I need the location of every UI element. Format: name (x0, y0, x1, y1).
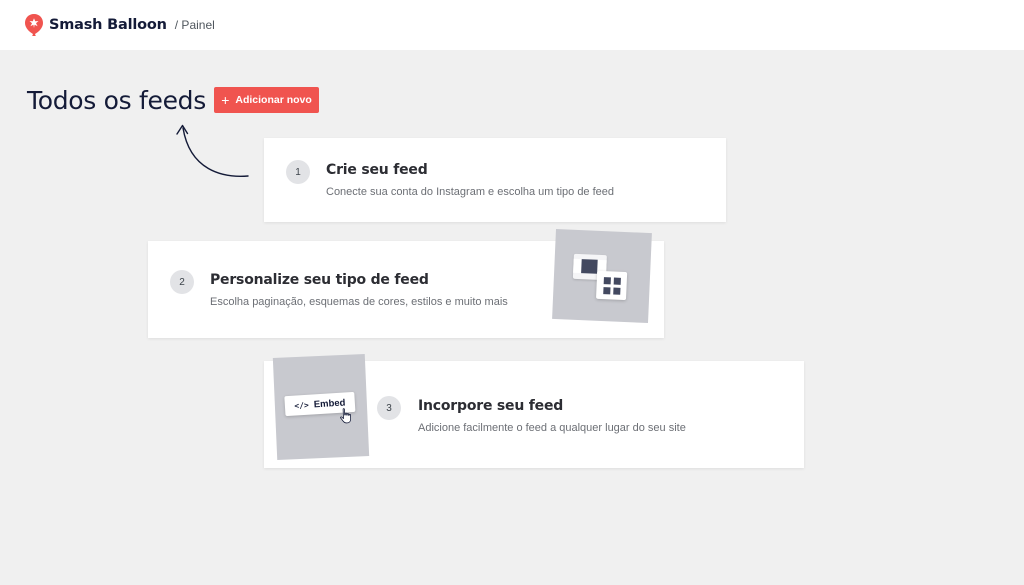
top-bar: Smash Balloon / Painel (0, 0, 1024, 50)
grid-tile-icon (596, 270, 628, 301)
step-description: Escolha paginação, esquemas de cores, es… (210, 296, 508, 308)
plus-icon: + (221, 92, 230, 108)
embed-illustration: </> Embed (272, 354, 370, 460)
code-icon: </> (294, 400, 310, 411)
add-new-button[interactable]: + Adicionar novo (214, 87, 319, 113)
feed-layout-illustration (552, 228, 652, 324)
brand-logo[interactable]: Smash Balloon (24, 13, 167, 37)
step-card-create: 1 Crie seu feed Conecte sua conta do Ins… (264, 138, 726, 222)
step-description: Conecte sua conta do Instagram e escolha… (326, 186, 615, 198)
curved-arrow-icon (176, 124, 249, 177)
step-title: Personalize seu tipo de feed (210, 272, 429, 288)
smash-balloon-logo-icon (25, 14, 43, 36)
breadcrumb: / Painel (174, 18, 215, 32)
step-number: 2 (170, 270, 194, 294)
step-title: Incorpore seu feed (418, 398, 564, 414)
hand-pointer-icon (340, 408, 352, 424)
page-title: Todos os feeds (27, 86, 206, 115)
step-description: Adicione facilmente o feed a qualquer lu… (418, 422, 686, 434)
brand-name: Smash Balloon (49, 17, 167, 33)
step-number: 3 (377, 396, 401, 420)
add-new-label: Adicionar novo (235, 94, 312, 106)
step-title: Crie seu feed (326, 162, 428, 178)
step-number: 1 (286, 160, 310, 184)
